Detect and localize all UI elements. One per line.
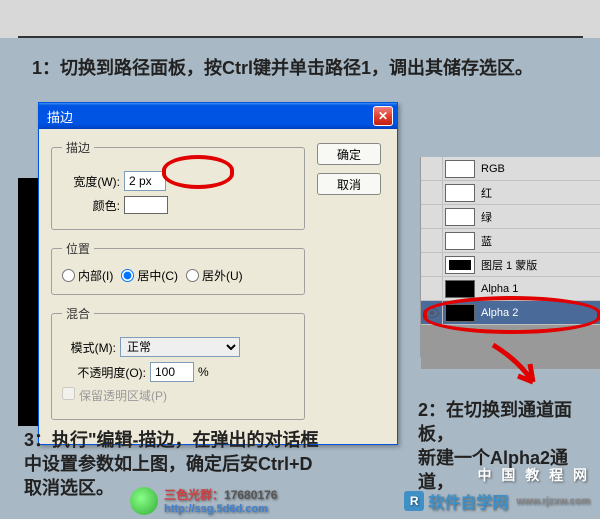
- channel-label: RGB: [479, 163, 600, 175]
- channel-thumbnail: [445, 304, 475, 322]
- opacity-input[interactable]: [150, 362, 194, 382]
- channel-thumbnail: [445, 208, 475, 226]
- preserve-checkbox: [62, 387, 75, 400]
- ok-button[interactable]: 确定: [317, 143, 381, 165]
- preserve-checkbox-label: 保留透明区域(P): [62, 387, 167, 404]
- radio-inside-input[interactable]: [62, 269, 75, 282]
- channel-row-alpha-1[interactable]: Alpha 1: [421, 277, 600, 301]
- channel-visibility-toggle[interactable]: [421, 205, 443, 228]
- cancel-button[interactable]: 取消: [317, 173, 381, 195]
- stroke-group: 描边 宽度(W): 颜色:: [51, 139, 305, 230]
- channel-row-alpha-2[interactable]: Alpha 2: [421, 301, 600, 325]
- channel-label: 图层 1 蒙版: [479, 257, 600, 273]
- blend-group: 混合 模式(M): 正常 不透明度(O): % 保留透明区域(P): [51, 305, 305, 420]
- channel-row-rgb[interactable]: RGB: [421, 157, 600, 181]
- channel-visibility-toggle[interactable]: [421, 181, 443, 204]
- channel-label: 绿: [479, 209, 600, 225]
- channel-thumbnail: [445, 280, 475, 298]
- channel-thumbnail: [445, 232, 475, 250]
- radio-center-input[interactable]: [121, 269, 134, 282]
- watermark-cn-tutorial: 中 国 教 程 网: [477, 465, 590, 485]
- channel-visibility-toggle[interactable]: [421, 253, 443, 276]
- position-legend: 位置: [62, 240, 94, 257]
- blend-legend: 混合: [62, 305, 94, 322]
- mode-select[interactable]: 正常: [120, 337, 240, 357]
- watermark-rjzxw: R 软件自学网 www.rjzxw.com: [404, 489, 590, 513]
- channel-label: Alpha 2: [479, 307, 600, 319]
- color-label: 颜色:: [62, 197, 120, 214]
- titlebar[interactable]: 描边 ✕: [39, 103, 397, 129]
- channel-thumbnail: [445, 160, 475, 178]
- position-group: 位置 内部(I) 居中(C) 居外(U): [51, 240, 305, 295]
- opacity-pct: %: [198, 365, 209, 379]
- channel-visibility-toggle[interactable]: [421, 277, 443, 300]
- mode-label: 模式(M):: [62, 339, 116, 356]
- color-swatch[interactable]: [124, 196, 168, 214]
- annotation-step1: 1：切换到路径面板，按Ctrl键并单击路径1，调出其储存选区。: [32, 54, 533, 80]
- channel-visibility-toggle[interactable]: [421, 157, 443, 180]
- close-button[interactable]: ✕: [373, 106, 393, 126]
- close-icon: ✕: [378, 109, 388, 123]
- black-block: [18, 178, 40, 426]
- ssg-logo-icon: [130, 487, 158, 515]
- channel-row-绿[interactable]: 绿: [421, 205, 600, 229]
- channel-row-蓝[interactable]: 蓝: [421, 229, 600, 253]
- dialog-title: 描边: [47, 107, 373, 126]
- channel-thumbnail: [445, 184, 475, 202]
- channel-row-图层-1-蒙版[interactable]: 图层 1 蒙版: [421, 253, 600, 277]
- divider-line: [18, 36, 583, 38]
- watermark-ssg: 三色光群：17680176 http://ssg.5d6d.com: [130, 486, 277, 515]
- channel-label: 蓝: [479, 233, 600, 249]
- radio-center[interactable]: 居中(C): [121, 267, 178, 284]
- width-label: 宽度(W):: [62, 173, 120, 190]
- stroke-dialog: 描边 ✕ 描边 宽度(W): 颜色: 位置 内部(I) 居: [38, 102, 398, 445]
- channels-panel: RGB 红绿蓝图层 1 蒙版 Alpha 1 Alpha 2: [420, 157, 600, 357]
- channel-thumbnail: [445, 256, 475, 274]
- channels-blank: [421, 325, 600, 369]
- channel-visibility-toggle[interactable]: [421, 229, 443, 252]
- opacity-label: 不透明度(O):: [62, 364, 146, 381]
- eye-icon: [425, 308, 439, 318]
- radio-outside-input[interactable]: [186, 269, 199, 282]
- radio-outside[interactable]: 居外(U): [186, 267, 243, 284]
- channel-visibility-toggle[interactable]: [421, 301, 443, 324]
- width-input[interactable]: [124, 171, 166, 191]
- radio-inside[interactable]: 内部(I): [62, 267, 113, 284]
- bg-gray-bar: [0, 0, 600, 38]
- stroke-legend: 描边: [62, 139, 94, 156]
- rjzxw-logo-icon: R: [404, 491, 424, 511]
- channel-label: Alpha 1: [479, 283, 600, 295]
- channel-row-红[interactable]: 红: [421, 181, 600, 205]
- channel-label: 红: [479, 185, 600, 201]
